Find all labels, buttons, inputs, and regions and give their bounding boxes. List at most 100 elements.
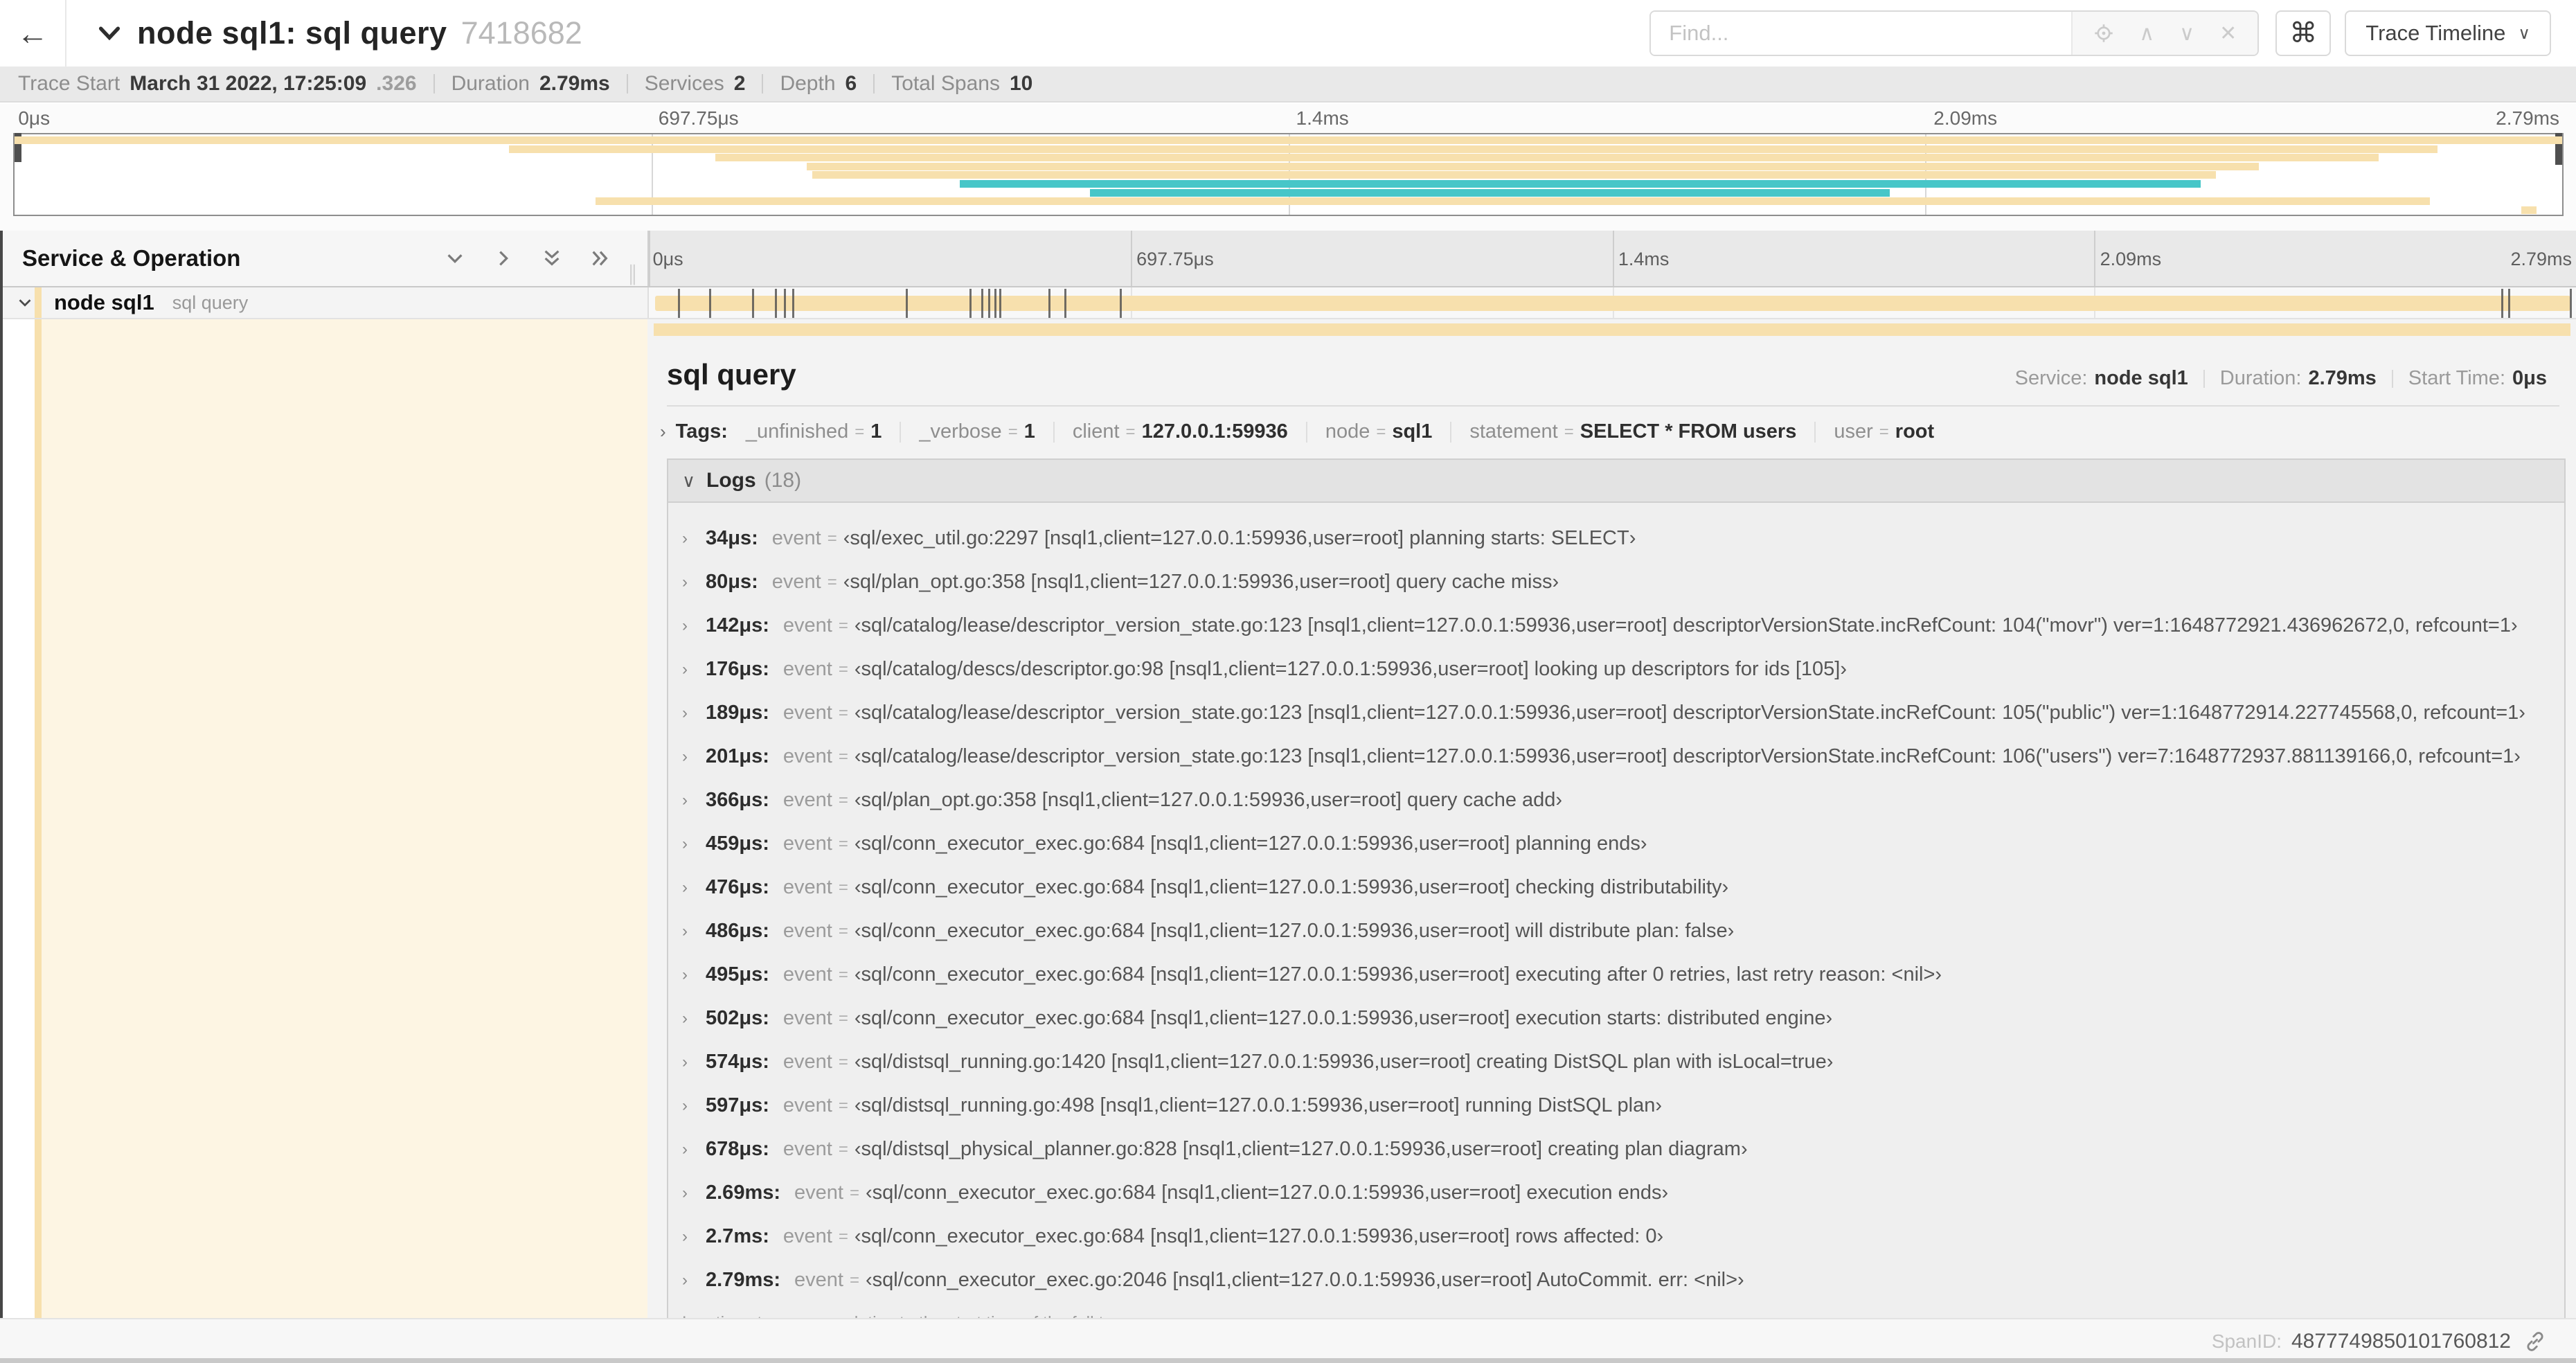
log-row[interactable]: › 2.79ms: event = ‹sql/conn_executor_exec.go…: [682, 1258, 2564, 1302]
summary-label: Duration: [451, 72, 530, 95]
tags-section[interactable]: › Tags: _unfinished = 1 _verbose = 1 client = 12…: [647, 407, 2576, 443]
log-row[interactable]: › 502μs: event = ‹sql/conn_executor_exec.go:…: [682, 997, 2564, 1040]
bottom-edge: [0, 1358, 2576, 1363]
log-marker-tick: [1064, 289, 1066, 318]
span-name-cell[interactable]: node sql1 sql query: [0, 287, 647, 318]
page-title: node sql1: sql query: [137, 15, 447, 51]
find-clear-icon[interactable]: ✕: [2219, 21, 2237, 46]
log-row[interactable]: › 574μs: event = ‹sql/distsql_running.go:142…: [682, 1040, 2564, 1084]
tag-key: _unfinished: [745, 420, 849, 443]
trace-view-selector[interactable]: Trace Timeline ∨: [2345, 10, 2551, 56]
collapse-all-icon[interactable]: [542, 248, 562, 269]
back-button[interactable]: ←: [0, 0, 66, 66]
log-row[interactable]: › 678μs: event = ‹sql/distsql_physical_plann…: [682, 1128, 2564, 1171]
expand-all-icon[interactable]: [590, 248, 611, 269]
span-duration-bar[interactable]: [655, 289, 2572, 318]
log-expand-chevron-icon[interactable]: ›: [682, 1271, 706, 1290]
focus-icon[interactable]: [2093, 23, 2114, 44]
log-expand-chevron-icon[interactable]: ›: [682, 1053, 706, 1072]
log-expand-chevron-icon[interactable]: ›: [682, 1227, 706, 1247]
log-expand-chevron-icon[interactable]: ›: [682, 529, 706, 549]
summary-value: 2.79ms: [539, 72, 610, 95]
logs-header[interactable]: ∨ Logs (18): [668, 460, 2564, 503]
log-row[interactable]: › 459μs: event = ‹sql/conn_executor_exec.go:…: [682, 822, 2564, 866]
equals-sign: =: [838, 921, 848, 941]
meta-label: Start Time:: [2408, 367, 2505, 389]
log-field-value: ‹sql/conn_executor_exec.go:684 [nsql1,cl…: [854, 1007, 1833, 1029]
summary-divider: [626, 74, 628, 93]
log-timestamp: 2.69ms:: [706, 1182, 781, 1204]
log-expand-chevron-icon[interactable]: ›: [682, 922, 706, 941]
equals-sign: =: [838, 1139, 848, 1159]
log-row[interactable]: › 34μs: event = ‹sql/exec_util.go:2297 [nsql…: [682, 517, 2564, 560]
span-collapse-chevron-icon[interactable]: [17, 294, 33, 311]
log-row[interactable]: › 495μs: event = ‹sql/conn_executor_exec.go:…: [682, 953, 2564, 997]
log-expand-chevron-icon[interactable]: ›: [682, 704, 706, 723]
ruler-tick-label: 2.09ms: [2100, 249, 2162, 269]
logs-list: › 34μs: event = ‹sql/exec_util.go:2297 [nsql…: [668, 503, 2564, 1302]
tag-item[interactable]: node = sql1: [1325, 420, 1433, 443]
summary-item: Total Spans 10: [891, 72, 1032, 96]
collapse-header-chevron-icon[interactable]: [97, 21, 122, 46]
collapse-one-icon[interactable]: [445, 248, 465, 269]
summary-item: Duration 2.79ms: [451, 72, 610, 96]
log-expand-chevron-icon[interactable]: ›: [682, 791, 706, 810]
keyboard-shortcuts-button[interactable]: ⌘: [2275, 10, 2332, 56]
log-row[interactable]: › 201μs: event = ‹sql/catalog/lease/descript…: [682, 735, 2564, 778]
summary-value: 10: [1009, 72, 1033, 95]
tag-key: client: [1072, 420, 1120, 443]
log-expand-chevron-icon[interactable]: ›: [682, 573, 706, 592]
find-next-icon[interactable]: ∨: [2179, 21, 2194, 46]
equals-sign: =: [1125, 422, 1136, 441]
log-row[interactable]: › 597μs: event = ‹sql/distsql_running.go:498…: [682, 1084, 2564, 1128]
span-bar-cell[interactable]: [647, 287, 2576, 318]
logs-collapse-chevron-icon[interactable]: ∨: [682, 470, 695, 492]
tag-item[interactable]: user = root: [1834, 420, 1934, 443]
log-row[interactable]: › 486μs: event = ‹sql/conn_executor_exec.go:…: [682, 909, 2564, 953]
tag-item[interactable]: statement = SELECT * FROM users: [1469, 420, 1796, 443]
log-field-value: ‹sql/conn_executor_exec.go:684 [nsql1,cl…: [854, 963, 1942, 986]
log-expand-chevron-icon[interactable]: ›: [682, 1096, 706, 1116]
equals-sign: =: [838, 747, 848, 766]
timeline-minimap[interactable]: [13, 133, 2564, 216]
log-expand-chevron-icon[interactable]: ›: [682, 747, 706, 767]
equals-sign: =: [838, 703, 848, 722]
log-expand-chevron-icon[interactable]: ›: [682, 1184, 706, 1203]
log-timestamp: 189μs:: [706, 702, 769, 724]
log-expand-chevron-icon[interactable]: ›: [682, 965, 706, 985]
log-row[interactable]: › 366μs: event = ‹sql/plan_opt.go:358 [nsql1…: [682, 778, 2564, 822]
tag-item[interactable]: _unfinished = 1: [746, 420, 882, 443]
log-row[interactable]: › 189μs: event = ‹sql/catalog/lease/descript…: [682, 691, 2564, 735]
log-field-key: event: [782, 745, 832, 767]
log-field-value: ‹sql/catalog/lease/descriptor_version_st…: [854, 745, 2521, 767]
span-row[interactable]: node sql1 sql query: [0, 287, 2576, 319]
expand-one-icon[interactable]: [493, 248, 514, 269]
log-row[interactable]: › 142μs: event = ‹sql/catalog/lease/descript…: [682, 604, 2564, 648]
log-row[interactable]: › 2.69ms: event = ‹sql/conn_executor_exec.go…: [682, 1171, 2564, 1215]
find-prev-icon[interactable]: ∧: [2139, 21, 2154, 46]
log-row[interactable]: › 2.7ms: event = ‹sql/conn_executor_exec.go:…: [682, 1215, 2564, 1258]
tags-expand-chevron-icon[interactable]: ›: [660, 421, 666, 443]
log-timestamp: 34μs:: [706, 527, 758, 549]
log-field-value: ‹sql/plan_opt.go:358 [nsql1,client=127.0…: [854, 789, 1563, 811]
find-input[interactable]: [1651, 12, 2072, 55]
log-expand-chevron-icon[interactable]: ›: [682, 660, 706, 679]
column-resizer-handle[interactable]: ∥: [627, 262, 638, 286]
log-row[interactable]: › 476μs: event = ‹sql/conn_executor_exec.go:…: [682, 866, 2564, 909]
log-expand-chevron-icon[interactable]: ›: [682, 878, 706, 898]
log-expand-chevron-icon[interactable]: ›: [682, 1009, 706, 1028]
summary-item: Trace Start March 31 2022, 17:25:09 .326: [18, 72, 417, 96]
log-row[interactable]: › 80μs: event = ‹sql/plan_opt.go:358 [nsql1,…: [682, 560, 2564, 604]
deep-link-icon[interactable]: [2523, 1330, 2547, 1353]
app-header: ← node sql1: sql query 7418682 ∧ ∨ ✕ ⌘: [0, 0, 2576, 66]
log-expand-chevron-icon[interactable]: ›: [682, 1140, 706, 1159]
log-expand-chevron-icon[interactable]: ›: [682, 616, 706, 636]
tag-key: node: [1325, 420, 1370, 443]
minimap-span-bar: [2521, 206, 2537, 214]
tag-item[interactable]: _verbose = 1: [919, 420, 1035, 443]
log-field-value: ‹sql/distsql_physical_planner.go:828 [ns…: [854, 1138, 1748, 1160]
log-row[interactable]: › 176μs: event = ‹sql/catalog/descs/descript…: [682, 648, 2564, 691]
log-field-key: event: [782, 963, 832, 986]
log-expand-chevron-icon[interactable]: ›: [682, 835, 706, 854]
tag-item[interactable]: client = 127.0.0.1:59936: [1073, 420, 1288, 443]
